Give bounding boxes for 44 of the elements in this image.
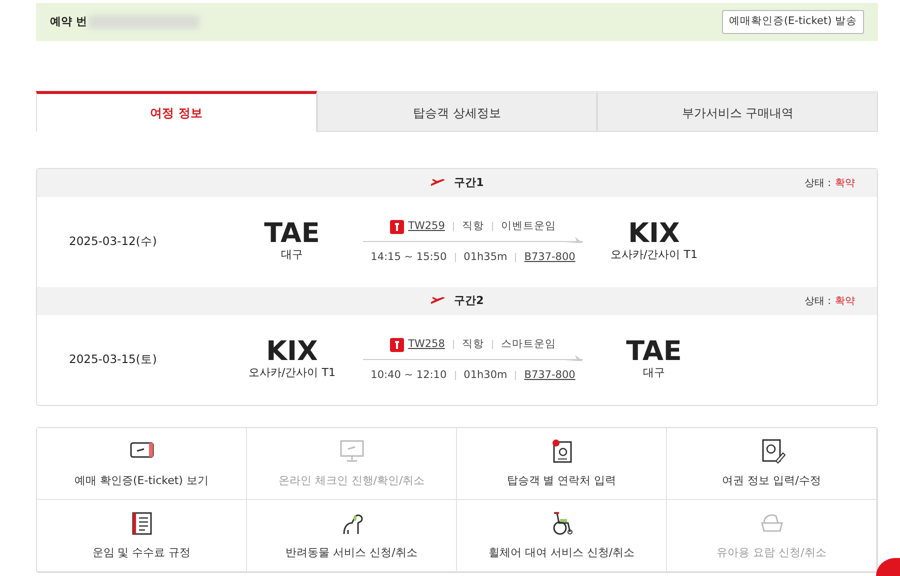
flight-time: 10:40 ~ 12:10 — [370, 368, 447, 382]
service-item[interactable]: 여권 정보 입력/수정 — [667, 428, 877, 500]
service-item[interactable]: 반려동물 서비스 신청/취소 — [247, 500, 457, 572]
service-item[interactable]: 휠체어 대여 서비스 신청/취소 — [457, 500, 667, 572]
airline-logo-icon — [390, 338, 404, 352]
status-value: 확약 — [835, 177, 855, 191]
flight-type: 직항 — [462, 218, 484, 234]
airport-name: 대구 — [642, 365, 666, 382]
plane-icon — [430, 296, 446, 306]
flight-number-link[interactable]: TW259 — [408, 218, 445, 234]
flight-date: 2025-03-15(토) — [68, 351, 158, 368]
flight-type: 직항 — [462, 336, 484, 352]
airport-name: 오사카/간사이 T1 — [248, 365, 336, 382]
segment-title: 구간2 — [454, 292, 484, 309]
plane-icon — [430, 178, 446, 188]
airport-code: TAE — [625, 338, 683, 366]
fare-type: 이벤트운임 — [500, 218, 556, 234]
airline-logo-icon — [390, 220, 404, 234]
airport-code: KIX — [265, 338, 319, 366]
flight-duration: 01h35m — [464, 250, 508, 264]
aircraft-link[interactable]: B737-800 — [524, 250, 576, 266]
status-value: 확약 — [835, 295, 855, 309]
airport-name: 오사카/간사이 T1 — [610, 247, 698, 264]
service-item[interactable]: 운임 및 수수료 규정 — [37, 500, 247, 572]
service-item[interactable]: 예매 확인증(E-ticket) 보기 — [37, 428, 247, 500]
tab[interactable]: 여정 정보 — [36, 91, 317, 132]
segment-title: 구간1 — [454, 174, 484, 191]
status-label: 상태 : — [804, 295, 831, 309]
floating-button[interactable] — [876, 558, 900, 576]
airport-code: KIX — [627, 220, 681, 248]
status-label: 상태 : — [804, 177, 831, 191]
airport-code: TAE — [263, 220, 321, 248]
service-item[interactable]: 탑승객 별 연락처 입력 — [457, 428, 667, 500]
flight-time: 14:15 ~ 15:50 — [370, 250, 447, 264]
tab[interactable]: 부가서비스 구매내역 — [597, 91, 878, 132]
airport-name: 대구 — [280, 247, 304, 264]
flight-date: 2025-03-12(수) — [68, 233, 158, 250]
flight-duration: 01h30m — [464, 368, 508, 382]
fare-type: 스마트운임 — [500, 336, 556, 352]
send-eticket-button[interactable]: 예매확인증(E-ticket) 발송 — [722, 10, 864, 34]
booking-number-label: 예약 번 — [50, 14, 87, 30]
tab[interactable]: 탑승객 상세정보 — [316, 91, 598, 132]
flight-number-link[interactable]: TW258 — [408, 336, 445, 352]
aircraft-link[interactable]: B737-800 — [524, 368, 576, 384]
